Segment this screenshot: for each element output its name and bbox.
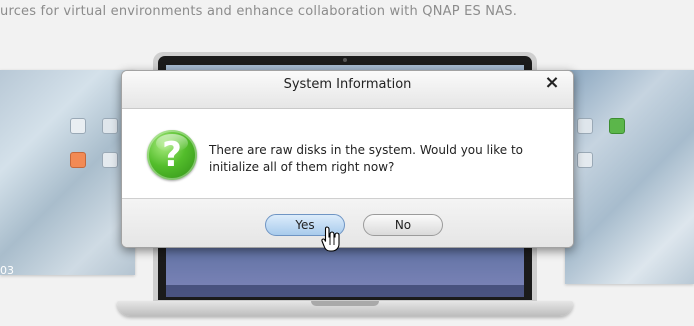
laptop-notch bbox=[311, 301, 379, 306]
question-mark-glyph: ? bbox=[162, 135, 182, 175]
dialog-header: System Information × bbox=[122, 71, 573, 109]
app-icon bbox=[609, 118, 625, 134]
dialog-message: There are raw disks in the system. Would… bbox=[209, 143, 523, 174]
app-icon bbox=[577, 152, 593, 168]
app-icon bbox=[102, 152, 118, 168]
background-screen-right bbox=[565, 70, 694, 284]
app-icon bbox=[577, 118, 593, 134]
marketing-text: urces for virtual environments and enhan… bbox=[0, 4, 518, 19]
background-screen-left bbox=[0, 70, 135, 275]
screen-number-label: 03 bbox=[0, 264, 14, 277]
app-icon bbox=[70, 118, 86, 134]
close-icon[interactable]: × bbox=[543, 73, 561, 93]
laptop-camera bbox=[343, 58, 347, 62]
laptop-taskbar bbox=[166, 285, 524, 297]
system-information-dialog: System Information × ? There are raw dis… bbox=[121, 70, 574, 248]
question-icon: ? bbox=[147, 130, 197, 180]
hand-cursor-icon bbox=[321, 226, 340, 252]
dialog-body: ? There are raw disks in the system. Wou… bbox=[122, 109, 573, 197]
dialog-title: System Information bbox=[283, 77, 412, 92]
no-button[interactable]: No bbox=[363, 214, 443, 236]
app-icon bbox=[102, 118, 118, 134]
dialog-footer: Yes No bbox=[122, 198, 573, 247]
marketing-banner: urces for virtual environments and enhan… bbox=[0, 0, 694, 26]
app-icon bbox=[70, 152, 86, 168]
